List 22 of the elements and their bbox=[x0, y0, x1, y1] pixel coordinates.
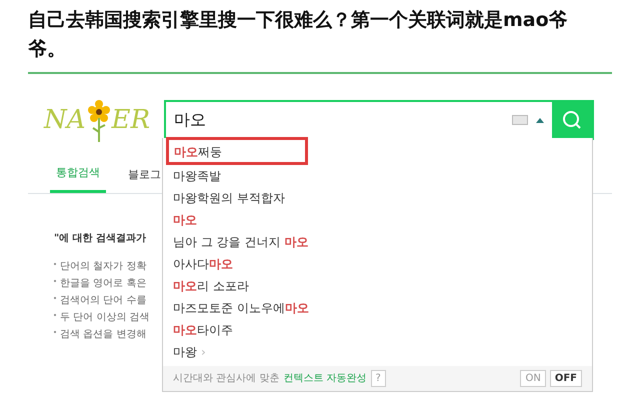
tip-text: 검색 옵션을 변경해 bbox=[60, 328, 146, 340]
no-results-notice: "에 대한 검색결과가 bbox=[54, 232, 146, 244]
tip-text: 두 단어 이상의 검색 bbox=[60, 312, 150, 322]
suggestion-item[interactable]: 마오리 소포라 bbox=[163, 274, 592, 296]
footer-text: 시간대와 관심사에 맞춘 bbox=[173, 372, 280, 386]
sunflower-icon bbox=[86, 98, 112, 142]
search-button[interactable] bbox=[552, 100, 592, 140]
keyboard-icon bbox=[512, 115, 528, 125]
tip-text: 단어의 철자가 정확 bbox=[60, 260, 146, 272]
suggestion-item[interactable]: 마오 bbox=[163, 208, 592, 230]
suggestion-item[interactable]: 아사다마오 bbox=[163, 252, 592, 274]
suggestion-item[interactable]: 마왕 › bbox=[163, 340, 592, 362]
tip-text: 한글을 영어로 혹은 bbox=[60, 278, 146, 288]
tip-text: 검색어의 단어 수를 bbox=[60, 294, 146, 306]
suggestion-item[interactable]: 마오쩌둥 bbox=[169, 140, 305, 162]
toggle-button[interactable]: OFF bbox=[550, 370, 582, 387]
headline: 自己去韩国搜索引擎里搜一下很难么？第一个关联词就是mao爷爷。 bbox=[28, 8, 569, 62]
suggestion-item[interactable]: 님아 그 강을 건너지 마오 bbox=[163, 230, 592, 252]
search-icon bbox=[562, 110, 582, 130]
caret-up-icon bbox=[536, 118, 544, 122]
suggestion-item[interactable]: 마즈모토준 이노우에마오 bbox=[163, 296, 592, 318]
suggestion-item[interactable]: 마오타이주 bbox=[163, 318, 592, 340]
